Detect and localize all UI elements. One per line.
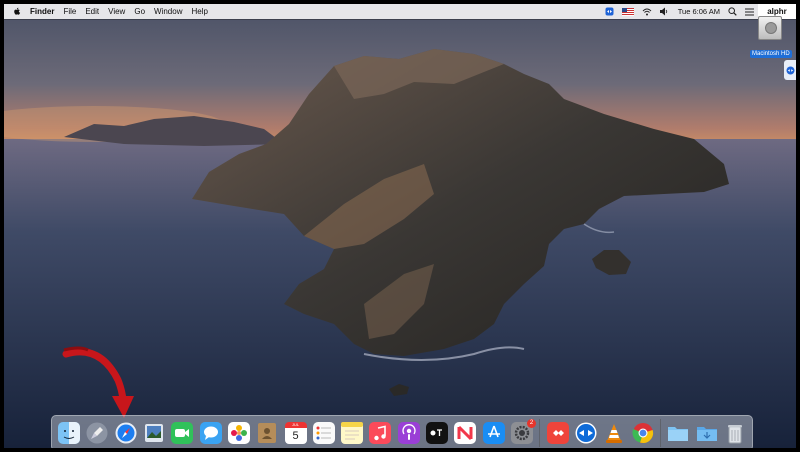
volume-icon[interactable] <box>659 7 668 16</box>
music-note-icon <box>369 422 392 444</box>
folder-icon <box>668 427 689 441</box>
dock-messages[interactable] <box>199 422 222 444</box>
teamviewer-icon <box>786 66 794 74</box>
watermark-text: alphr <box>767 7 787 16</box>
dock-tv[interactable] <box>426 422 449 444</box>
status-area: Tue 6:06 AM <box>605 4 754 19</box>
dock-app-store[interactable] <box>482 422 505 444</box>
menu-edit[interactable]: Edit <box>85 4 99 19</box>
dock-photos[interactable] <box>227 422 250 444</box>
dock-preview[interactable] <box>143 422 165 444</box>
dock-separator <box>659 419 661 447</box>
notes-pad-icon <box>341 422 364 444</box>
dock-reminders[interactable] <box>312 422 335 444</box>
calendar-day: 5 <box>284 428 307 444</box>
dock-anydesk[interactable] <box>546 422 569 444</box>
annotation-arrow-icon <box>62 346 134 418</box>
teamviewer-icon <box>575 422 597 444</box>
chrome-icon <box>632 423 653 443</box>
menu-bar: Finder File Edit View Go Window Help Tue… <box>4 4 796 19</box>
app-menu-finder[interactable]: Finder <box>30 4 54 19</box>
apple-icon[interactable] <box>13 7 21 16</box>
news-icon <box>454 422 477 444</box>
apple-tv-icon <box>426 422 449 444</box>
dock-applications-folder[interactable] <box>667 422 689 444</box>
safari-compass-icon <box>115 422 137 444</box>
dock-vlc[interactable] <box>603 422 625 444</box>
hard-drive-icon <box>758 16 782 40</box>
us-flag-icon[interactable] <box>621 7 634 16</box>
teamviewer-side-tab[interactable] <box>784 60 796 80</box>
screen: Finder File Edit View Go Window Help Tue… <box>4 4 796 448</box>
dock-contacts[interactable] <box>256 422 278 444</box>
spotlight-search-icon[interactable] <box>728 7 737 16</box>
teamviewer-status-icon[interactable] <box>605 7 614 16</box>
dock-news[interactable] <box>454 422 477 444</box>
reminders-list-icon <box>312 422 335 444</box>
dock-finder[interactable] <box>58 422 80 444</box>
preview-photos-icon <box>144 424 163 442</box>
finder-icon <box>58 422 80 444</box>
disk-label: Macintosh HD <box>750 50 792 58</box>
dock-system-preferences[interactable]: 2 <box>511 419 536 444</box>
contacts-book-icon <box>258 423 277 443</box>
dock-podcasts[interactable] <box>397 422 420 444</box>
trash-icon <box>727 425 742 444</box>
photos-flower-icon <box>227 422 250 444</box>
control-menu-icon[interactable] <box>745 8 754 16</box>
menu-help[interactable]: Help <box>191 4 207 19</box>
wifi-icon[interactable] <box>642 8 652 16</box>
dock-launchpad[interactable] <box>86 422 108 444</box>
downloads-folder-icon <box>696 427 717 441</box>
vlc-cone-icon <box>606 424 623 443</box>
dock-separator <box>539 419 541 447</box>
dock-calendar[interactable]: JUL 5 <box>284 422 307 444</box>
menu-view[interactable]: View <box>108 4 125 19</box>
anydesk-icon <box>546 422 569 444</box>
dock-notes[interactable] <box>341 422 364 444</box>
menu-file[interactable]: File <box>63 4 76 19</box>
dock-downloads-folder[interactable] <box>696 422 718 444</box>
dock-teamviewer[interactable] <box>575 422 597 444</box>
podcasts-icon <box>397 422 420 444</box>
dock-chrome[interactable] <box>632 422 654 444</box>
dock-trash[interactable] <box>724 422 746 444</box>
notification-badge: 2 <box>527 419 536 428</box>
dock-safari[interactable] <box>115 422 137 444</box>
dock-music[interactable] <box>369 422 392 444</box>
dock-facetime[interactable] <box>171 422 194 444</box>
app-store-icon <box>482 422 505 444</box>
macintosh-hd-desktop-icon[interactable]: Macintosh HD <box>750 16 792 60</box>
menu-clock[interactable]: Tue 6:06 AM <box>678 7 720 16</box>
facetime-camera-icon <box>171 422 194 444</box>
menu-go[interactable]: Go <box>134 4 145 19</box>
launchpad-rocket-icon <box>86 422 108 444</box>
menu-window[interactable]: Window <box>154 4 182 19</box>
dock: JUL 5 2 <box>51 415 753 448</box>
messages-bubble-icon <box>199 422 222 444</box>
